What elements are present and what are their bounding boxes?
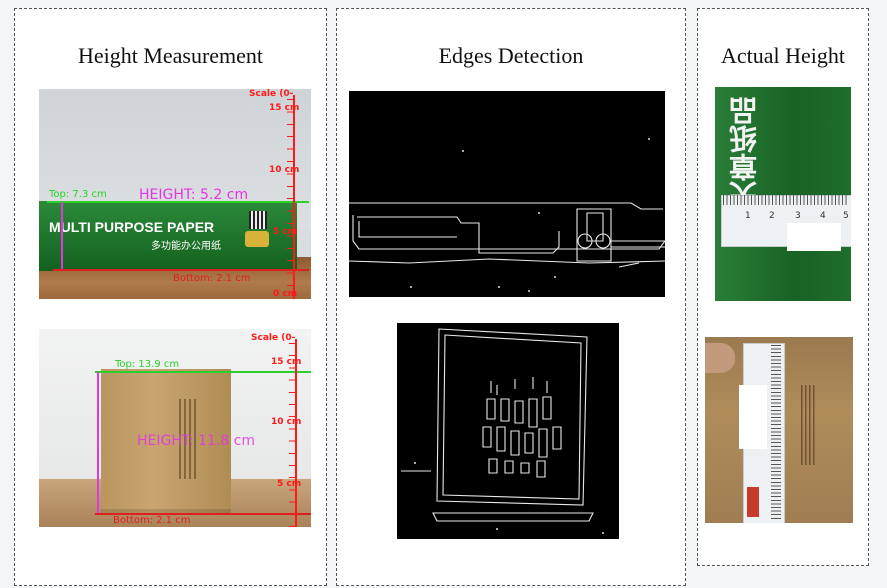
scale-minor-ticks <box>289 343 295 527</box>
cardboard-box-measurement-image: Top: 13.9 cm Bottom: 2.1 cm HEIGHT: 11.8… <box>39 329 311 527</box>
scale-title: Scale (0- <box>249 89 294 99</box>
ruler-ticks <box>771 345 781 521</box>
bottom-label: Bottom: 2.1 cm <box>173 273 251 284</box>
ruler-number-2: 2 <box>769 211 775 221</box>
paper-box-edges-image <box>349 91 665 297</box>
scale-bar <box>295 339 297 527</box>
box-print <box>801 385 815 465</box>
qr-code <box>249 211 267 229</box>
cardboard-box-edges-image <box>397 323 619 539</box>
scale-minor-ticks <box>287 99 293 297</box>
top-label: Top: 7.3 cm <box>49 189 107 200</box>
edges-detection-panel: Edges Detection <box>336 8 686 586</box>
paper-box-chinese-text: 多功能办公用纸 <box>151 241 221 252</box>
scale-tick-15: 15 cm <box>271 357 302 367</box>
actual-height-title: Actual Height <box>720 43 846 68</box>
box-brand-text: 天章纸品 <box>728 97 761 209</box>
edges-detection-title: Edges Detection <box>438 43 584 68</box>
box-emblem <box>245 231 269 247</box>
ruler-ticks <box>723 195 849 205</box>
height-label: HEIGHT: 5.2 cm <box>139 187 249 203</box>
bottom-line <box>53 269 309 271</box>
scale-tick-10: 10 cm <box>271 417 302 427</box>
paper-box-ruler-photo: 天章纸品 1 2 3 4 5 <box>715 87 851 301</box>
scale-tick-5: 5 cm <box>273 227 298 237</box>
hand <box>705 343 735 373</box>
ruler-number-4: 4 <box>820 211 826 221</box>
ruler-number-3: 3 <box>795 211 801 221</box>
scale-bar <box>293 95 295 299</box>
bottom-label: Bottom: 2.1 cm <box>113 515 191 526</box>
scale-tick-10: 10 cm <box>269 165 300 175</box>
height-measurement-title: Height Measurement <box>77 43 264 68</box>
paper-box-text: MULTI PURPOSE PAPER <box>49 219 215 235</box>
height-measure-line <box>61 202 63 269</box>
redaction-block <box>787 223 841 251</box>
height-label: HEIGHT: 11.8 cm <box>137 433 256 449</box>
ruler-label <box>747 487 759 517</box>
cardboard-ruler-photo <box>705 337 853 523</box>
redaction-block <box>739 385 767 449</box>
scale-title: Scale (0- <box>251 333 296 343</box>
height-measure-line <box>97 372 99 513</box>
top-line <box>95 371 311 373</box>
height-measurement-panel: Height Measurement MULTI PURPOSE PAPER 多… <box>14 8 327 586</box>
top-label: Top: 13.9 cm <box>115 359 180 370</box>
actual-height-panel: Actual Height 天章纸品 1 2 3 4 5 <box>697 8 869 566</box>
paper-box-measurement-image: MULTI PURPOSE PAPER 多功能办公用纸 Top: 7.3 cm … <box>39 89 311 299</box>
ruler-number-5: 5 <box>843 211 849 221</box>
scale-tick-0: 0 cm <box>273 289 298 299</box>
ruler-number-1: 1 <box>745 211 751 221</box>
scale-tick-15: 15 cm <box>269 103 300 113</box>
